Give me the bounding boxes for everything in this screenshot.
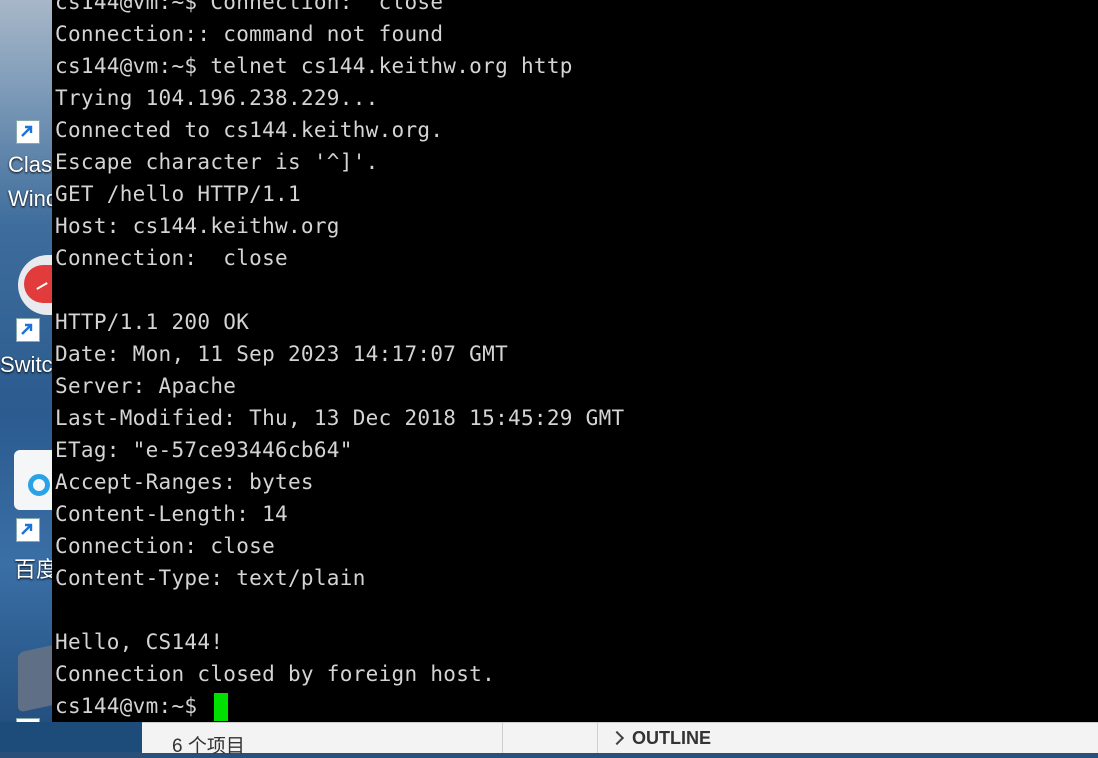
terminal-line: Connection: close bbox=[55, 246, 288, 270]
divider bbox=[502, 723, 503, 753]
terminal-line: Trying 104.196.238.229... bbox=[55, 86, 379, 110]
terminal-line: Connected to cs144.keithw.org. bbox=[55, 118, 444, 142]
desktop-icon-label[interactable]: Clas bbox=[8, 152, 52, 178]
outline-section-header[interactable]: OUTLINE bbox=[608, 723, 711, 753]
terminal-line: Accept-Ranges: bytes bbox=[55, 470, 314, 494]
desktop-icon-label[interactable]: Wind bbox=[8, 186, 58, 212]
bottom-panel: 6 个项目 OUTLINE bbox=[142, 722, 1098, 757]
terminal-line: ETag: "e-57ce93446cb64" bbox=[55, 438, 353, 462]
terminal-line: HTTP/1.1 200 OK bbox=[55, 310, 250, 334]
desktop-background-bottom bbox=[0, 722, 142, 752]
terminal-line: Host: cs144.keithw.org bbox=[55, 214, 340, 238]
terminal-line: Connection: close bbox=[55, 534, 276, 558]
terminal-window[interactable]: cs144@vm:~$ Connection: close Connection… bbox=[52, 0, 1098, 722]
terminal-line: cs144@vm:~$ Connection: close bbox=[55, 0, 444, 14]
terminal-line: Last-Modified: Thu, 13 Dec 2018 15:45:29… bbox=[55, 406, 625, 430]
shortcut-arrow-icon bbox=[16, 318, 40, 342]
terminal-line: Date: Mon, 11 Sep 2023 14:17:07 GMT bbox=[55, 342, 509, 366]
terminal-line: Server: Apache bbox=[55, 374, 237, 398]
terminal-line: Content-Length: 14 bbox=[55, 502, 288, 526]
shortcut-arrow-icon bbox=[16, 120, 40, 144]
terminal-line: Connection:: command not found bbox=[55, 22, 444, 46]
terminal-line: GET /hello HTTP/1.1 bbox=[55, 182, 301, 206]
outline-label: OUTLINE bbox=[632, 727, 711, 748]
chevron-right-icon bbox=[609, 730, 625, 746]
divider bbox=[597, 723, 598, 753]
terminal-line: cs144@vm:~$ telnet cs144.keithw.org http bbox=[55, 54, 573, 78]
terminal-line: Connection closed by foreign host. bbox=[55, 662, 496, 686]
terminal-prompt-line[interactable]: cs144@vm:~$ bbox=[55, 690, 229, 722]
shortcut-arrow-icon bbox=[16, 518, 40, 542]
terminal-cursor bbox=[214, 693, 229, 721]
desktop-icon-label[interactable]: Switc bbox=[0, 352, 53, 378]
item-count-label: 6 个项目 bbox=[172, 736, 245, 757]
desktop-background: Clas Wind Switc 百度 bbox=[0, 0, 60, 752]
terminal-line: Content-Type: text/plain bbox=[55, 566, 366, 590]
terminal-line: Hello, CS144! bbox=[55, 630, 224, 654]
terminal-line: Escape character is '^]'. bbox=[55, 150, 379, 174]
terminal-prompt: cs144@vm:~$ bbox=[55, 694, 211, 718]
